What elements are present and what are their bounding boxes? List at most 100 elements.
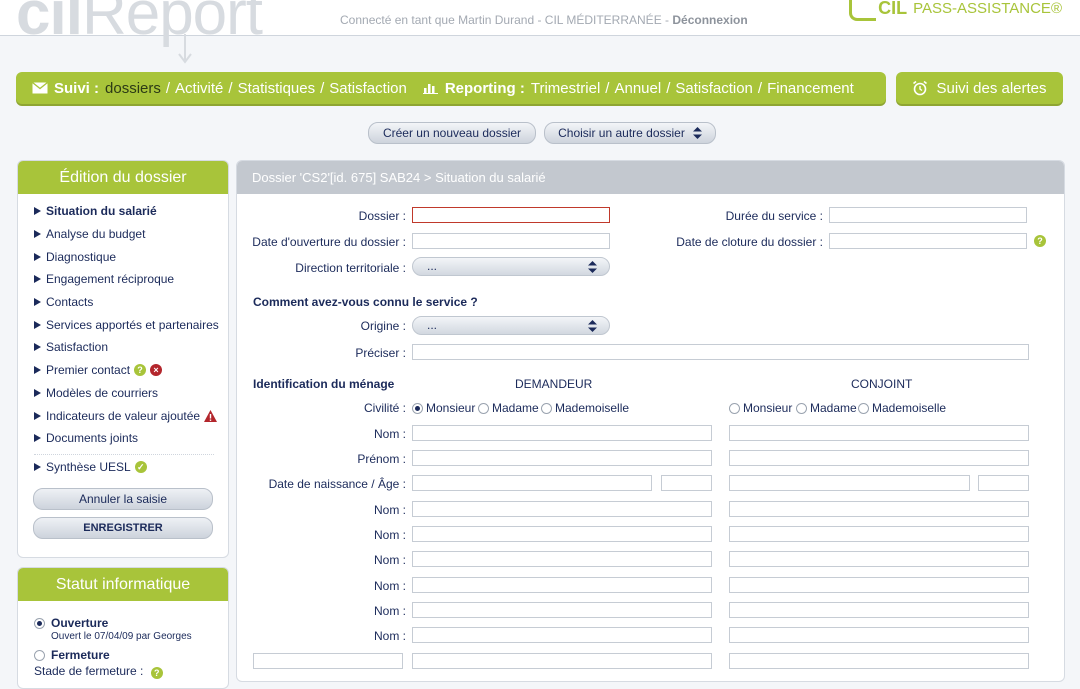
menu-premier-contact[interactable]: Premier contact? × bbox=[18, 359, 228, 382]
triangle-right-icon bbox=[34, 434, 41, 443]
menu-analyse-budget[interactable]: Analyse du budget bbox=[18, 223, 228, 246]
updown-arrows-icon bbox=[588, 320, 597, 332]
menu-satisfaction[interactable]: Satisfaction bbox=[18, 336, 228, 359]
error-x-icon: × bbox=[150, 364, 163, 377]
nav-trimestriel[interactable]: Trimestriel bbox=[531, 80, 600, 97]
logo-cil: cil bbox=[16, 0, 83, 48]
civilite-demandeur-madame[interactable]: Madame bbox=[478, 401, 539, 415]
triangle-right-icon bbox=[34, 275, 41, 284]
menu-contacts[interactable]: Contacts bbox=[18, 291, 228, 314]
new-file-button[interactable]: Créer un nouveau dossier bbox=[368, 122, 536, 144]
nav-annuel[interactable]: Annuel bbox=[614, 80, 661, 97]
status-panel-title: Statut informatique bbox=[18, 568, 228, 601]
nom-label: Nom : bbox=[373, 503, 406, 517]
date-ouverture-input[interactable] bbox=[412, 233, 610, 249]
menu-engagement[interactable]: Engagement réciproque bbox=[18, 268, 228, 291]
nom-input[interactable] bbox=[729, 577, 1029, 593]
extra-label-input[interactable] bbox=[253, 653, 403, 669]
bar-chart-icon bbox=[422, 84, 438, 94]
menu-diagnostique[interactable]: Diagnostique bbox=[18, 245, 228, 268]
save-button[interactable]: ENREGISTRER bbox=[33, 517, 213, 540]
nav-activite[interactable]: Activité bbox=[175, 80, 223, 97]
extra-conjoint-input[interactable] bbox=[729, 653, 1029, 669]
nom-demandeur-input[interactable] bbox=[412, 425, 712, 441]
radio-opening[interactable] bbox=[34, 618, 45, 629]
origine-select[interactable]: ... bbox=[412, 316, 610, 335]
alerts-label: Suivi des alertes bbox=[936, 79, 1047, 97]
choose-file-button[interactable]: Choisir un autre dossier bbox=[544, 122, 716, 144]
duree-input[interactable] bbox=[829, 207, 1027, 223]
civilite-conjoint-madame[interactable]: Madame bbox=[796, 401, 857, 415]
nav-satisfaction[interactable]: Satisfaction bbox=[329, 80, 407, 97]
menu-situation-salarie[interactable]: Situation du salarié bbox=[18, 200, 228, 223]
naissance-demandeur-input[interactable] bbox=[412, 475, 652, 491]
radio-button[interactable] bbox=[412, 403, 423, 414]
nav-reporting-satisfaction[interactable]: Satisfaction bbox=[675, 80, 753, 97]
nom-input[interactable] bbox=[412, 551, 712, 567]
nav-dossiers[interactable]: dossiers bbox=[105, 80, 161, 97]
nom-input[interactable] bbox=[412, 501, 712, 517]
civilite-conjoint-mademoiselle[interactable]: Mademoiselle bbox=[858, 401, 946, 415]
extra-demandeur-input[interactable] bbox=[412, 653, 712, 669]
nom-input[interactable] bbox=[412, 627, 712, 643]
nom-label: Nom : bbox=[373, 427, 406, 441]
nom-label: Nom : bbox=[373, 604, 406, 618]
civilite-demandeur-monsieur[interactable]: Monsieur bbox=[412, 401, 475, 415]
nav-sep: / bbox=[666, 79, 671, 97]
nav-statistiques[interactable]: Statistiques bbox=[238, 80, 316, 97]
radio-button[interactable] bbox=[541, 403, 552, 414]
alerts-button[interactable]: Suivi des alertes bbox=[896, 72, 1063, 104]
updown-arrows-icon bbox=[588, 261, 597, 273]
logout-link[interactable]: Déconnexion bbox=[672, 13, 747, 27]
main-nav: Suivi : dossiers / Activité / Statistiqu… bbox=[16, 72, 886, 104]
civilite-demandeur-mademoiselle[interactable]: Mademoiselle bbox=[541, 401, 629, 415]
help-icon[interactable]: ? bbox=[150, 667, 163, 679]
date-cloture-input[interactable] bbox=[829, 233, 1027, 249]
age-conjoint-input[interactable] bbox=[978, 475, 1029, 491]
app-logo: cilReport bbox=[16, 0, 263, 49]
menu-indicateurs[interactable]: Indicateurs de valeur ajoutée bbox=[18, 404, 228, 427]
nom-input[interactable] bbox=[729, 602, 1029, 618]
menu-services[interactable]: Services apportés et partenaires bbox=[18, 313, 228, 336]
menu-documents[interactable]: Documents joints bbox=[18, 427, 228, 450]
triangle-right-icon bbox=[34, 343, 41, 352]
date-cloture-label: Date de cloture du dossier : bbox=[676, 235, 823, 249]
help-icon[interactable]: ? bbox=[1034, 235, 1046, 247]
naissance-conjoint-input[interactable] bbox=[729, 475, 970, 491]
triangle-right-icon bbox=[34, 298, 41, 307]
prenom-demandeur-input[interactable] bbox=[412, 450, 712, 466]
radio-button[interactable] bbox=[478, 403, 489, 414]
direction-label: Direction territoriale : bbox=[295, 261, 406, 275]
nav-financement[interactable]: Financement bbox=[767, 80, 854, 97]
prenom-conjoint-input[interactable] bbox=[729, 450, 1029, 466]
nom-input[interactable] bbox=[729, 526, 1029, 542]
menu-modeles-courriers[interactable]: Modèles de courriers bbox=[18, 382, 228, 405]
nom-input[interactable] bbox=[412, 577, 712, 593]
section-menage: Identification du ménage bbox=[253, 377, 395, 391]
status-panel: Statut informatique Ouverture Ouvert le … bbox=[17, 567, 229, 689]
nom-conjoint-input[interactable] bbox=[729, 425, 1029, 441]
nom-input[interactable] bbox=[729, 627, 1029, 643]
radio-button[interactable] bbox=[729, 403, 740, 414]
direction-select[interactable]: ... bbox=[412, 257, 610, 276]
radio-button[interactable] bbox=[858, 403, 869, 414]
radio-closing[interactable] bbox=[34, 650, 45, 661]
menu-label: Documents joints bbox=[46, 431, 139, 446]
age-demandeur-input[interactable] bbox=[661, 475, 712, 491]
nom-input[interactable] bbox=[412, 526, 712, 542]
radio-button[interactable] bbox=[796, 403, 807, 414]
help-icon[interactable]: ? bbox=[134, 364, 147, 377]
brand-logo: CIL PASS-ASSISTANCE® bbox=[849, 0, 1062, 21]
preciser-input[interactable] bbox=[412, 344, 1029, 360]
brand-pass: PASS-ASSISTANCE® bbox=[913, 0, 1062, 17]
nom-input[interactable] bbox=[412, 602, 712, 618]
cancel-button[interactable]: Annuler la saisie bbox=[33, 488, 213, 511]
nav-sep: / bbox=[320, 79, 325, 97]
triangle-right-icon bbox=[34, 366, 41, 375]
menu-synthese-uesl[interactable]: Synthèse UESL ✓ bbox=[18, 456, 228, 479]
nom-input[interactable] bbox=[729, 551, 1029, 567]
nom-label: Nom : bbox=[373, 553, 406, 567]
dossier-input[interactable] bbox=[412, 207, 610, 223]
civilite-conjoint-monsieur[interactable]: Monsieur bbox=[729, 401, 792, 415]
nom-input[interactable] bbox=[729, 501, 1029, 517]
